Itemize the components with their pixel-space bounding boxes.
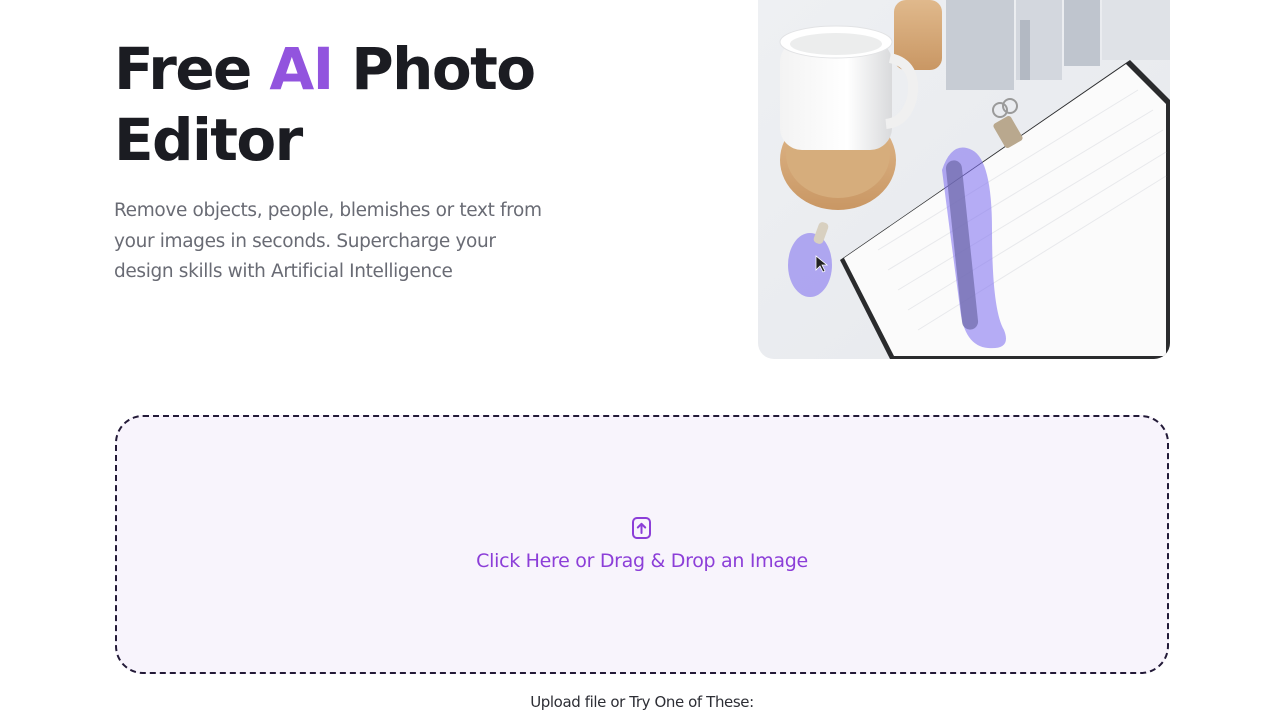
title-part1: Free [114,35,270,103]
title-accent: AI [269,35,334,103]
image-dropzone[interactable] [115,415,1169,674]
file-upload-icon[interactable] [631,516,653,540]
upload-hint: Upload file or Try One of These: [530,693,754,711]
desk-scene-illustration [758,0,1170,359]
hero-subtitle: Remove objects, people, blemishes or tex… [114,200,542,282]
hero-title: Free AI Photo Editor [114,34,634,176]
hero-example-image [758,0,1170,359]
dropzone-label[interactable]: Click Here or Drag & Drop an Image [0,546,1280,576]
